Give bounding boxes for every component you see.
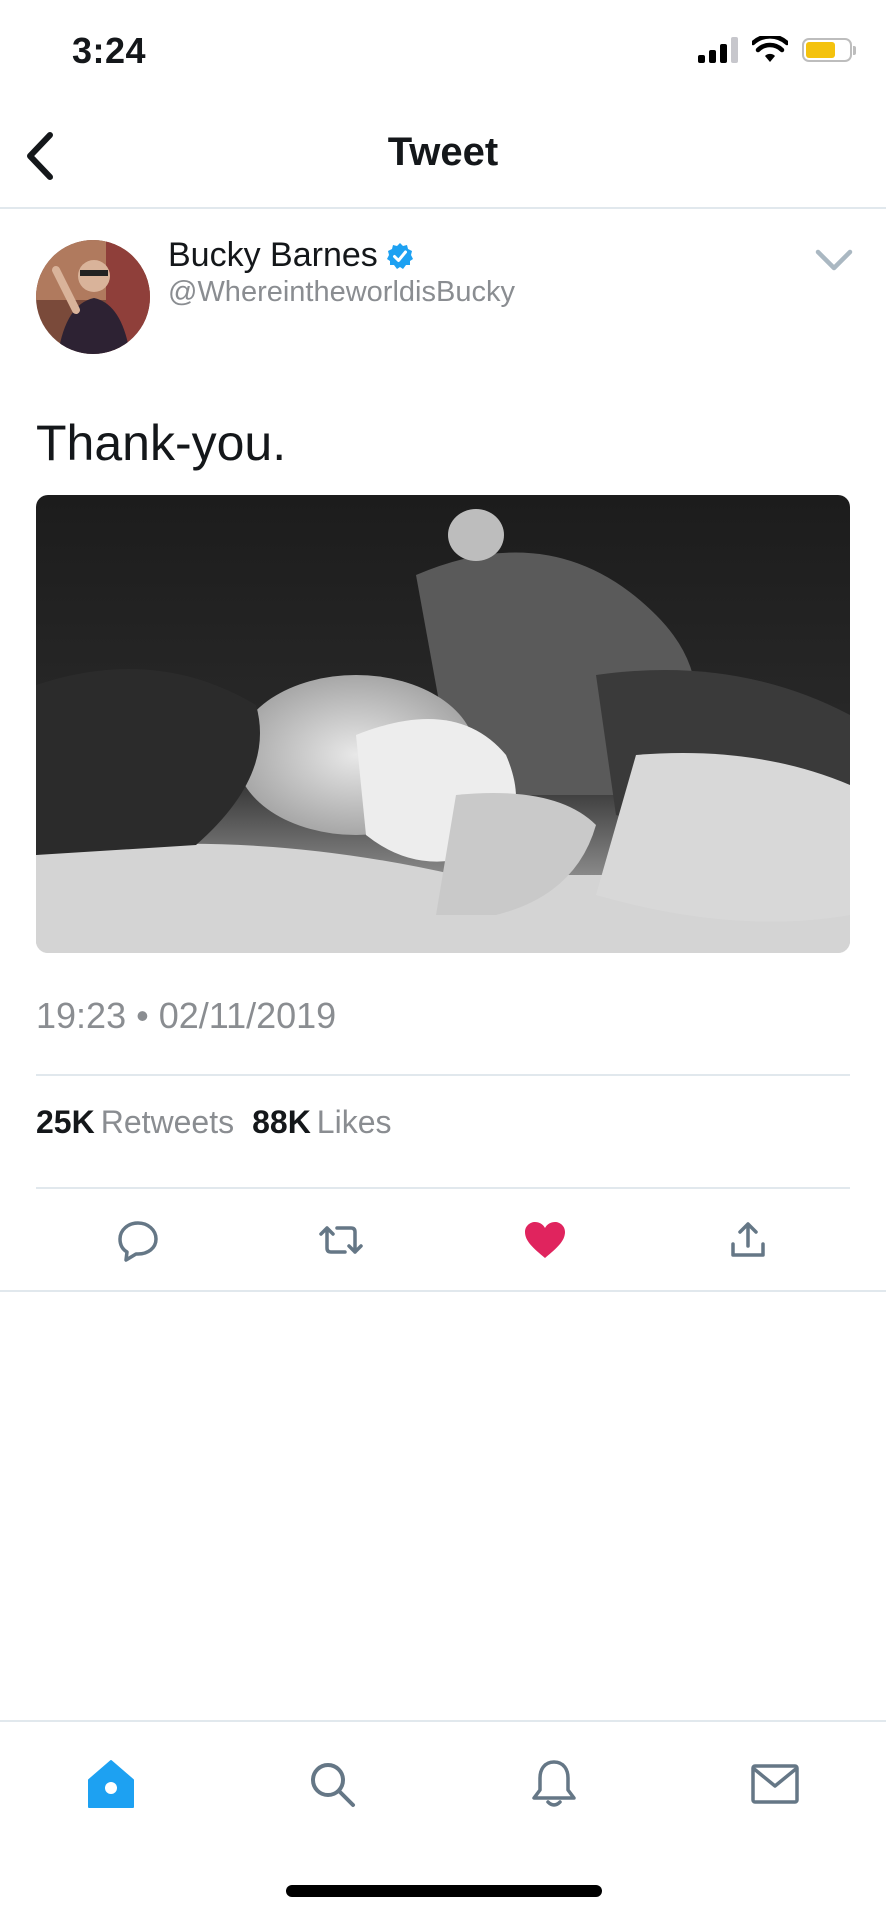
tab-home[interactable] [76,1752,146,1816]
tweet-actions [36,1210,850,1270]
likes-label: Likes [316,1104,392,1140]
chevron-down-icon [815,249,853,271]
tab-bar [0,1752,886,1816]
reply-icon [118,1221,158,1262]
page-title: Tweet [387,130,499,174]
nav-divider [0,207,886,209]
tweet-stats: 25K Retweets 88K Likes [36,1104,392,1141]
like-button[interactable] [517,1212,573,1268]
author-row: Bucky Barnes [168,236,414,275]
divider [36,1074,850,1076]
divider [36,1187,850,1189]
more-options-button[interactable] [812,244,856,276]
verified-badge-icon [386,242,413,269]
home-icon [87,1760,134,1808]
wifi-icon [752,36,788,62]
like-icon [524,1222,565,1258]
status-icons [698,36,856,64]
tweet-media-image[interactable] [36,495,850,953]
likes-stat[interactable]: 88K Likes [252,1104,391,1141]
retweets-stat[interactable]: 25K Retweets [36,1104,234,1141]
divider [0,1290,886,1292]
share-button[interactable] [720,1212,776,1268]
home-indicator[interactable] [286,1885,602,1897]
retweet-icon [319,1226,363,1254]
tab-notifications[interactable] [519,1752,589,1816]
battery-icon [802,38,856,62]
tweet-text: Thank-you. [36,415,287,471]
retweet-button[interactable] [313,1212,369,1268]
tabbar-divider [0,1720,886,1722]
tab-messages[interactable] [740,1752,810,1816]
author-handle[interactable]: @WhereintheworldisBucky [168,276,515,309]
share-icon [731,1222,765,1257]
cellular-signal-icon [698,37,738,63]
reply-button[interactable] [110,1212,166,1268]
retweets-label: Retweets [100,1104,235,1140]
author-name[interactable]: Bucky Barnes [168,236,378,275]
likes-count: 88K [252,1104,311,1140]
retweets-count: 25K [36,1104,95,1140]
tweet-timestamp: 19:23 • 02/11/2019 [36,995,337,1036]
search-icon [311,1763,356,1807]
status-time: 3:24 [72,30,147,71]
messages-icon [751,1764,799,1804]
notifications-icon [532,1760,576,1807]
tab-search[interactable] [297,1752,367,1816]
avatar[interactable] [36,240,150,354]
